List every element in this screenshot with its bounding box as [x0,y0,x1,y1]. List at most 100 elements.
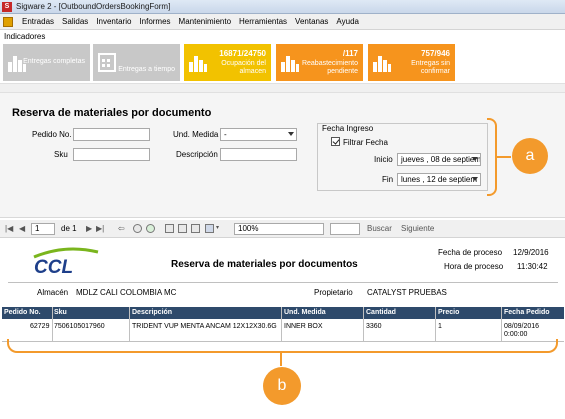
tile-label: Reabastecimiento pendiente [301,60,358,75]
fecha-proceso-label: Fecha de proceso [438,248,503,257]
search-input[interactable] [330,223,360,235]
export-icon[interactable] [205,224,214,233]
menu-mantenimiento[interactable]: Mantenimiento [175,17,235,26]
refresh-icon[interactable] [146,224,155,233]
col-divider [129,307,130,342]
cell-fecha-date: 08/09/2016 [504,323,540,330]
menu-salidas[interactable]: Salidas [58,17,92,26]
cell-cantidad: 3360 [366,323,382,330]
sku-label: Sku [54,150,68,159]
col-precio: Precio [438,309,460,316]
col-cantidad: Cantidad [366,309,396,316]
last-page-icon[interactable]: ▶| [96,224,104,233]
inicio-label: Inicio [374,155,393,164]
tile-entregas-sin-confirmar[interactable]: 757/946 Entregas sin confirmar [368,44,455,81]
menu-herramientas[interactable]: Herramientas [235,17,291,26]
back-icon[interactable]: ⇦ [118,224,125,233]
und-medida-label: Und. Medida [173,130,219,139]
stop-icon[interactable] [133,224,142,233]
tile-value: 16871/24750 [219,49,266,58]
fin-date-picker[interactable]: lunes , 12 de septiem [397,173,481,186]
menu-ventanas[interactable]: Ventanas [291,17,332,26]
report-title: Reserva de materiales por documentos [171,259,358,270]
menu-informes[interactable]: Informes [135,17,174,26]
menu-entradas[interactable]: Entradas [18,17,58,26]
report-toolbar: |◀ ◀ 1 de 1 ▶ ▶| ⇦ ▾ 100% Buscar Siguien… [0,220,565,238]
prev-page-icon[interactable]: ◀ [19,224,25,233]
inicio-value: jueves , 08 de septiem [401,155,481,164]
menu-app-icon[interactable] [3,17,13,27]
indicators-label: Indicadores [4,32,46,41]
ccl-logo: CCL [33,247,99,276]
tile-entregas-a-tiempo[interactable]: Entregas a tiempo [93,44,180,81]
tile-entregas-completas[interactable]: Entregas completas [3,44,90,81]
next-page-icon[interactable]: ▶ [86,224,92,233]
tile-label: Entregas a tiempo [118,66,175,73]
pedido-label: Pedido No. [32,130,72,139]
separator-bar [0,83,565,93]
col-sku: Sku [54,309,67,316]
zoom-select[interactable]: 100% [234,223,324,235]
callout-a-connector [497,156,511,158]
tile-value: /117 [342,49,358,58]
und-medida-select[interactable]: - [220,128,297,141]
col-pedido: Pedido No. [4,309,41,316]
svg-text:CCL: CCL [34,257,73,276]
descripcion-label: Descripción [176,150,218,159]
menu-inventario[interactable]: Inventario [92,17,135,26]
export-dropdown-icon[interactable]: ▾ [216,224,219,231]
col-divider [435,307,436,342]
fin-value: lunes , 12 de septiem [401,175,478,184]
filter-panel: Reserva de materiales por documento Pedi… [0,93,565,218]
callout-a-badge: a [512,138,548,174]
title-bar: S Sigware 2 - [OutboundOrdersBookingForm… [0,0,565,14]
inicio-date-picker[interactable]: jueves , 08 de septiem [397,153,481,166]
report-divider [8,282,558,283]
col-divider [281,307,282,342]
print-icon[interactable] [165,224,174,233]
form-title: Reserva de materiales por documento [12,107,212,119]
menu-ayuda[interactable]: Ayuda [332,17,363,26]
und-medida-value: - [224,130,227,139]
tile-reabastecimiento[interactable]: /117 Reabastecimiento pendiente [276,44,363,81]
hora-proceso-value: 11:30:42 [517,262,548,271]
print-layout-icon[interactable] [178,224,187,233]
window-title: Sigware 2 - [OutboundOrdersBookingForm] [16,2,171,11]
search-link[interactable]: Buscar [367,224,392,233]
next-link[interactable]: Siguiente [401,224,434,233]
propietario-value: CATALYST PRUEBAS [367,288,447,297]
callout-b-badge: b [263,367,301,405]
col-divider [52,307,53,342]
cell-und-medida: INNER BOX [284,323,323,330]
cell-pedido: 62729 [30,323,50,330]
callout-b-bracket [7,339,558,353]
cell-precio: 1 [438,323,442,330]
menu-bar: Entradas Salidas Inventario Informes Man… [0,14,565,30]
filtrar-fecha-label: Filtrar Fecha [343,138,388,147]
propietario-label: Propietario [314,288,353,297]
callout-b-connector [280,352,282,366]
hora-proceso-label: Hora de proceso [444,262,504,271]
page-setup-icon[interactable] [191,224,200,233]
fecha-proceso-value: 12/9/2016 [513,248,549,257]
first-page-icon[interactable]: |◀ [5,224,13,233]
zoom-value: 100% [238,224,259,233]
chevron-down-icon [472,177,478,181]
page-number-input[interactable]: 1 [31,223,55,235]
tile-label: Entregas completas [23,58,85,65]
almacen-value: MDLZ CALI COLOMBIA MC [76,288,177,297]
filtrar-fecha-checkbox[interactable] [331,137,340,146]
descripcion-input[interactable] [220,148,297,161]
col-divider [363,307,364,342]
pedido-input[interactable] [73,128,150,141]
col-und-medida: Und. Medida [284,309,326,316]
tile-ocupacion-almacen[interactable]: 16871/24750 Ocupación del almacen [184,44,271,81]
chevron-down-icon [472,157,478,161]
sku-input[interactable] [73,148,150,161]
report-table-header: Pedido No. Sku Descripción Und. Medida C… [2,307,564,319]
col-divider [501,307,502,342]
fecha-ingreso-title: Fecha Ingreso [320,124,376,133]
almacen-label: Almacén [37,288,69,297]
col-descripcion: Descripción [132,309,173,316]
indicator-tiles: Entregas completas Entregas a tiempo 168… [0,44,565,81]
